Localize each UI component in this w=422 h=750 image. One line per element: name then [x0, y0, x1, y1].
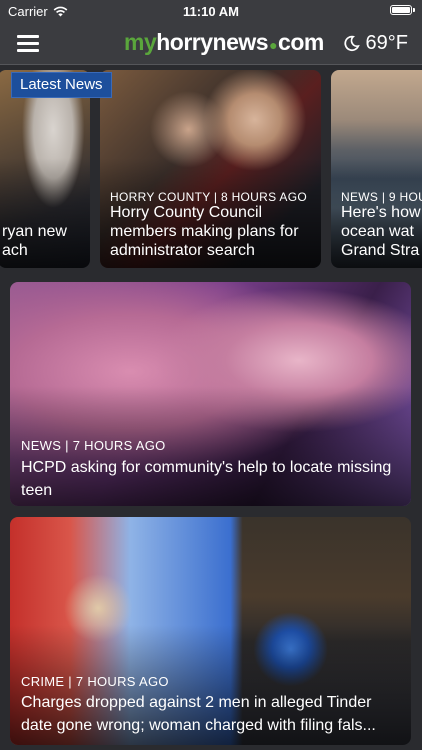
story-headline: Charges dropped against 2 men in alleged…: [21, 691, 397, 737]
carousel-slide[interactable]: HORRY COUNTY | 8 HOURS AGO Horry County …: [100, 70, 321, 268]
moon-icon: [343, 35, 360, 52]
logo-dot-icon: ●: [269, 37, 278, 53]
menu-button[interactable]: [14, 31, 42, 55]
logo-suffix: com: [278, 29, 324, 55]
weather-widget[interactable]: 69°F: [343, 32, 408, 55]
hamburger-icon-line: [17, 42, 39, 45]
slide-headline: Horry County Council members making plan…: [110, 204, 299, 259]
headline-line: date gone wrong; woman charged with fili…: [21, 717, 376, 734]
hamburger-icon: [17, 35, 39, 38]
clock: 11:10 AM: [183, 4, 239, 19]
story-card[interactable]: NEWS | 7 HOURS AGO HCPD asking for commu…: [10, 282, 411, 506]
carousel-slide[interactable]: NEWS | 9 HOU Here's how ocean wat Grand …: [331, 70, 422, 268]
battery-icon: [390, 5, 415, 15]
carousel-slide[interactable]: ryan new ach: [0, 70, 90, 268]
latest-news-badge: Latest News: [11, 72, 112, 98]
story-kicker: CRIME | 7 HOURS AGO: [21, 674, 169, 689]
story-card[interactable]: CRIME | 7 HOURS AGO Charges dropped agai…: [10, 517, 411, 745]
status-bar: Carrier 11:10 AM: [0, 0, 422, 22]
slide-headline: Here's how ocean wat Grand Stra: [341, 203, 422, 260]
hamburger-icon-line: [17, 49, 39, 52]
headline-line: Here's how: [341, 204, 421, 221]
slide-headline: ryan new ach: [2, 222, 82, 260]
site-logo[interactable]: my horrynews ● com: [124, 29, 324, 57]
headline-line: ryan new: [2, 223, 67, 240]
story-headline: HCPD asking for community's help to loca…: [21, 459, 392, 499]
headline-line: Grand Stra: [341, 242, 420, 259]
headline-line: ocean wat: [341, 223, 414, 240]
latest-news-carousel[interactable]: ryan new ach HORRY COUNTY | 8 HOURS AGO …: [0, 70, 422, 270]
headline-line: Charges dropped against 2 men in alleged…: [21, 694, 372, 711]
logo-main: horrynews: [156, 29, 269, 55]
logo-prefix: my: [124, 29, 157, 55]
story-kicker: NEWS | 9 HOU: [341, 190, 422, 204]
headline-line: ach: [2, 242, 28, 259]
story-kicker: HORRY COUNTY | 8 HOURS AGO: [110, 190, 307, 204]
top-nav-bar: my horrynews ● com 69°F: [0, 22, 422, 65]
story-kicker: NEWS | 7 HOURS AGO: [21, 438, 166, 453]
temperature: 69°F: [365, 32, 408, 54]
